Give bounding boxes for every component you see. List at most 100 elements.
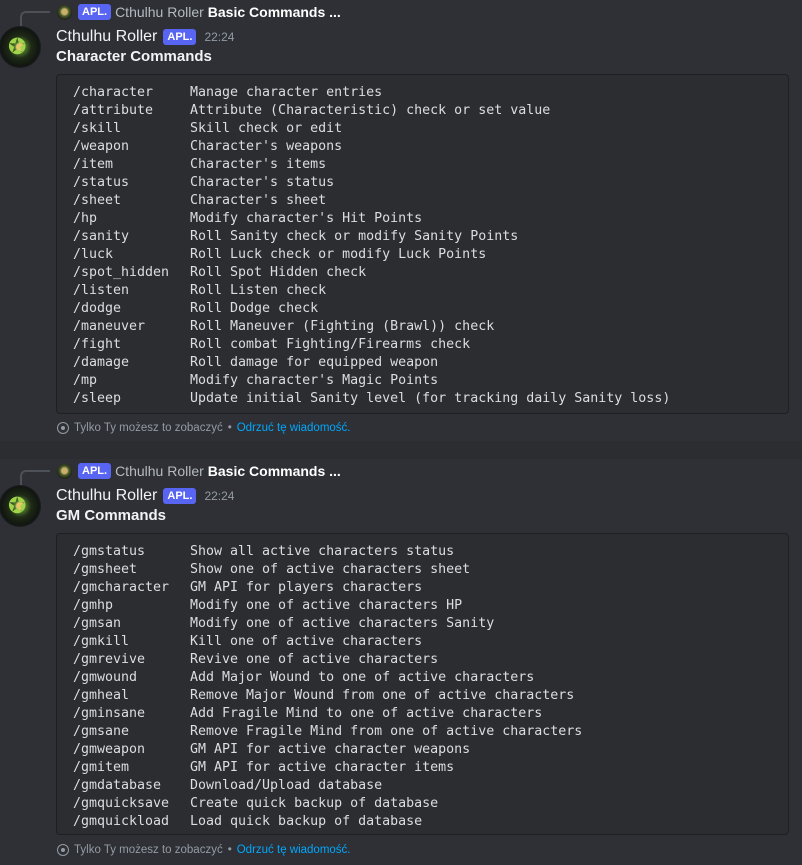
command-row: /gmrevive Revive one of active characters <box>73 651 788 669</box>
command-name: /gmkill <box>73 634 130 649</box>
command-row: /gmheal Remove Major Wound from one of ac… <box>73 687 788 705</box>
command-description: Skill check or edit <box>190 121 343 136</box>
reply-connector <box>20 470 50 486</box>
reply-author[interactable]: Cthulhu Roller <box>115 4 204 20</box>
command-description: GM API for active character items <box>190 760 455 775</box>
command-description: Character's weapons <box>190 139 343 154</box>
command-name: /mp <box>73 373 98 388</box>
avatar[interactable]: ✪ <box>0 486 40 526</box>
command-description: Roll combat Fighting/Firearms check <box>190 337 471 352</box>
command-row: /status Character's status <box>73 174 788 192</box>
command-description: Show all active characters status <box>190 544 455 559</box>
command-row: /gmkill Kill one of active characters <box>73 633 788 651</box>
command-row: /gmhp Modify one of active characters HP <box>73 597 788 615</box>
command-name: /gmdatabase <box>73 778 162 793</box>
command-description: Modify one of active characters Sanity <box>190 616 495 631</box>
reply-avatar <box>57 463 72 479</box>
command-row: /item Character's items <box>73 156 788 174</box>
command-row: /sanity Roll Sanity check or modify Sanit… <box>73 228 788 246</box>
ephemeral-notice: Tylko Ty możesz to zobaczyć <box>74 422 223 434</box>
command-name: /dodge <box>73 301 122 316</box>
reply-text[interactable]: Basic Commands ... <box>208 463 341 479</box>
command-row: /gmsan Modify one of active characters Sa… <box>73 615 788 633</box>
reply-app-tag: APL. <box>78 463 112 479</box>
command-row: /gmdatabase Download/Upload database <box>73 777 788 795</box>
command-name: /sleep <box>73 391 122 406</box>
command-description: Show one of active characters sheet <box>190 562 471 577</box>
command-description: Roll Sanity check or modify Sanity Point… <box>190 229 519 244</box>
command-row: /gmitem GM API for active character items <box>73 759 788 777</box>
command-description: Roll Luck check or modify Luck Points <box>190 247 487 262</box>
command-description: Load quick backup of database <box>190 814 423 829</box>
avatar[interactable]: ✪ <box>0 27 40 67</box>
command-name: /gmquickload <box>73 814 170 829</box>
pentacle-icon: ✪ <box>8 34 27 59</box>
message-character-commands: APL. Cthulhu Roller Basic Commands ... ✪… <box>0 0 802 441</box>
timestamp[interactable]: 22:24 <box>204 30 234 44</box>
command-description: Modify character's Hit Points <box>190 211 423 226</box>
command-row: /maneuver Roll Maneuver (Fighting (Brawl)… <box>73 318 788 336</box>
dismiss-message-link[interactable]: Odrzuć tę wiadomość. <box>237 844 351 856</box>
command-description: Manage character entries <box>190 85 383 100</box>
command-description: Character's items <box>190 157 327 172</box>
ephemeral-notice: Tylko Ty możesz to zobaczyć <box>74 844 223 856</box>
command-description: Revive one of active characters <box>190 652 439 667</box>
command-name: /gmwound <box>73 670 138 685</box>
command-description: Download/Upload database <box>190 778 383 793</box>
command-row: /sleep Update initial Sanity level (for t… <box>73 390 788 408</box>
command-row: /attribute Attribute (Characteristic) che… <box>73 102 788 120</box>
command-row: /listen Roll Listen check <box>73 282 788 300</box>
reply-connector <box>20 11 50 27</box>
command-row: /gmsheet Show one of active characters sh… <box>73 561 788 579</box>
footer-separator: • <box>227 844 232 856</box>
command-description: Attribute (Characteristic) check or set … <box>190 103 551 118</box>
author-name[interactable]: Cthulhu Roller <box>56 28 157 46</box>
command-name: /gmquicksave <box>73 796 170 811</box>
command-row: /fight Roll combat Fighting/Firearms chec… <box>73 336 788 354</box>
command-name: /status <box>73 175 130 190</box>
command-row: /damage Roll damage for equipped weapon <box>73 354 788 372</box>
command-description: Modify character's Magic Points <box>190 373 439 388</box>
reply-text[interactable]: Basic Commands ... <box>208 4 341 20</box>
command-name: /gminsane <box>73 706 146 721</box>
command-name: /gmsane <box>73 724 130 739</box>
command-name: /gmcharacter <box>73 580 170 595</box>
command-name: /gmhp <box>73 598 114 613</box>
author-name[interactable]: Cthulhu Roller <box>56 487 157 505</box>
command-row: /character Manage character entries <box>73 84 788 102</box>
command-row: /hp Modify character's Hit Points <box>73 210 788 228</box>
command-name: /spot_hidden <box>73 265 170 280</box>
command-name: /attribute <box>73 103 154 118</box>
command-description: Add Fragile Mind to one of active charac… <box>190 706 543 721</box>
command-description: Roll Spot Hidden check <box>190 265 367 280</box>
reply-author[interactable]: Cthulhu Roller <box>115 463 204 479</box>
message-separator <box>0 441 802 459</box>
reply-preview[interactable]: APL. Cthulhu Roller Basic Commands ... <box>57 3 341 21</box>
footer-separator: • <box>227 422 232 434</box>
command-description: GM API for active character weapons <box>190 742 471 757</box>
command-description: Roll damage for equipped weapon <box>190 355 439 370</box>
command-row: /gmwound Add Major Wound to one of active… <box>73 669 788 687</box>
command-row: /gmweapon GM API for active character wea… <box>73 741 788 759</box>
command-row: /gmcharacter GM API for players character… <box>73 579 788 597</box>
command-description: Create quick backup of database <box>190 796 439 811</box>
command-name: /damage <box>73 355 130 370</box>
command-row: /skill Skill check or edit <box>73 120 788 138</box>
command-name: /item <box>73 157 114 172</box>
command-description: Update initial Sanity level (for trackin… <box>190 391 671 406</box>
command-name: /character <box>73 85 154 100</box>
command-row: /mp Modify character's Magic Points <box>73 372 788 390</box>
command-row: /gmquickload Load quick backup of databas… <box>73 813 788 831</box>
command-row: /dodge Roll Dodge check <box>73 300 788 318</box>
command-name: /gmstatus <box>73 544 146 559</box>
command-row: /luck Roll Luck check or modify Luck Poin… <box>73 246 788 264</box>
command-row: /gmstatus Show all active characters stat… <box>73 543 788 561</box>
command-name: /gmsan <box>73 616 122 631</box>
command-name: /gmheal <box>73 688 130 703</box>
timestamp[interactable]: 22:24 <box>204 489 234 503</box>
reply-preview[interactable]: APL. Cthulhu Roller Basic Commands ... <box>57 462 341 480</box>
command-name: /fight <box>73 337 122 352</box>
message-title: Character Commands <box>56 48 212 65</box>
command-name: /gmitem <box>73 760 130 775</box>
dismiss-message-link[interactable]: Odrzuć tę wiadomość. <box>237 422 351 434</box>
